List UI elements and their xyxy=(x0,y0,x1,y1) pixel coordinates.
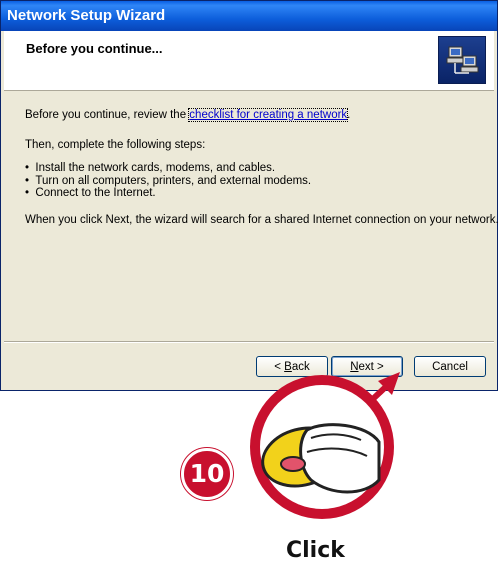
step-number-badge: 10 xyxy=(181,448,233,500)
action-label: Click xyxy=(286,538,345,563)
mouse-click-callout xyxy=(247,372,397,522)
